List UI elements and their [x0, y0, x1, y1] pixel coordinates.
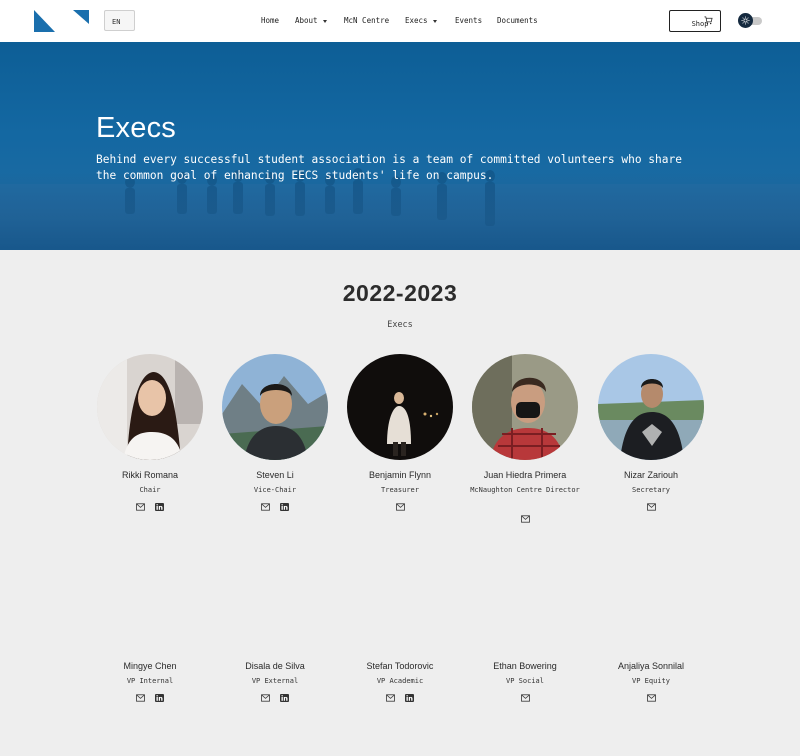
- nav-execs-label: Execs: [405, 16, 428, 25]
- nav-mcn-centre[interactable]: McN Centre: [344, 16, 389, 25]
- mail-icon[interactable]: [261, 694, 270, 702]
- exec-role: Treasurer: [381, 486, 419, 494]
- exec-role: VP Academic: [376, 677, 424, 685]
- toggle-knob: [738, 13, 753, 28]
- year-heading: 2022-2023: [342, 280, 458, 306]
- sun-icon: [741, 16, 750, 25]
- navbar: EN Home About McN Centre Execs Events Do…: [0, 0, 800, 42]
- exec-role: VP Internal: [126, 677, 174, 685]
- exec-contact-icons: [460, 515, 590, 525]
- page-title: Execs: [96, 112, 176, 144]
- exec-name: Stefan Todorovic: [366, 661, 434, 671]
- exec-contact-icons: [210, 503, 340, 513]
- mail-icon[interactable]: [386, 694, 395, 702]
- hero-description: Behind every successful student associat…: [96, 153, 682, 182]
- avatar: [598, 354, 704, 460]
- nav-about[interactable]: About: [295, 16, 327, 25]
- exec-role: VP External: [251, 677, 299, 685]
- linkedin-icon[interactable]: [155, 694, 164, 702]
- cart-icon: [704, 16, 713, 25]
- avatar: [222, 354, 328, 460]
- section-label: Execs: [387, 320, 413, 330]
- linkedin-icon[interactable]: [155, 503, 164, 511]
- exec-contact-icons: [85, 694, 215, 704]
- exec-name: Steven Li: [256, 470, 294, 480]
- exec-contact-icons: [586, 503, 716, 513]
- avatar: [97, 354, 203, 460]
- exec-role: Chair: [139, 486, 161, 494]
- mail-icon[interactable]: [520, 515, 530, 523]
- nav-execs[interactable]: Execs: [405, 16, 437, 25]
- avatar: [347, 354, 453, 460]
- linkedin-icon[interactable]: [280, 503, 289, 511]
- exec-role: VP Social: [506, 677, 544, 685]
- mail-icon[interactable]: [520, 694, 530, 702]
- exec-role: McNaughton Centre Director: [470, 486, 580, 494]
- mail-icon[interactable]: [646, 694, 656, 702]
- nav-home[interactable]: Home: [261, 16, 279, 25]
- mail-icon[interactable]: [136, 503, 145, 511]
- nav-events[interactable]: Events: [455, 16, 482, 25]
- exec-contact-icons: [210, 694, 340, 704]
- language-selector[interactable]: EN: [104, 10, 135, 31]
- exec-name: Benjamin Flynn: [368, 470, 432, 480]
- mail-icon[interactable]: [646, 503, 656, 511]
- avatar: [472, 354, 578, 460]
- linkedin-icon[interactable]: [280, 694, 289, 702]
- exec-contact-icons: [586, 694, 716, 704]
- shop-button[interactable]: Shop: [669, 10, 721, 32]
- exec-role: Secretary: [632, 486, 670, 494]
- chevron-down-icon: [432, 19, 437, 23]
- chevron-down-icon: [322, 19, 327, 23]
- exec-name: Anjaliya Sonnilal: [617, 661, 685, 671]
- exec-name: Rikki Romana: [121, 470, 179, 480]
- mail-icon[interactable]: [261, 503, 270, 511]
- exec-name: Nizar Zariouh: [623, 470, 679, 480]
- theme-toggle[interactable]: [738, 13, 763, 28]
- eecs-triangle-logo-icon: [34, 10, 89, 32]
- hero-overlay: [0, 172, 800, 250]
- exec-name: Disala de Silva: [245, 661, 305, 671]
- exec-contact-icons: [85, 503, 215, 513]
- nav-about-label: About: [295, 16, 318, 25]
- mail-icon[interactable]: [136, 694, 145, 702]
- linkedin-icon[interactable]: [405, 694, 414, 702]
- exec-name: Ethan Bowering: [493, 661, 557, 671]
- exec-contact-icons: [460, 694, 590, 704]
- exec-name: Juan Hiedra Primera: [483, 470, 567, 480]
- logo[interactable]: [34, 10, 90, 32]
- nav-documents[interactable]: Documents: [497, 16, 538, 25]
- exec-name: Mingye Chen: [123, 661, 177, 671]
- exec-role: VP Equity: [632, 677, 670, 685]
- exec-role: Vice-Chair: [253, 486, 297, 494]
- mail-icon[interactable]: [395, 503, 405, 511]
- exec-contact-icons: [335, 694, 465, 704]
- hero-banner: Execs Behind every successful student as…: [0, 42, 800, 250]
- exec-contact-icons: [335, 503, 465, 513]
